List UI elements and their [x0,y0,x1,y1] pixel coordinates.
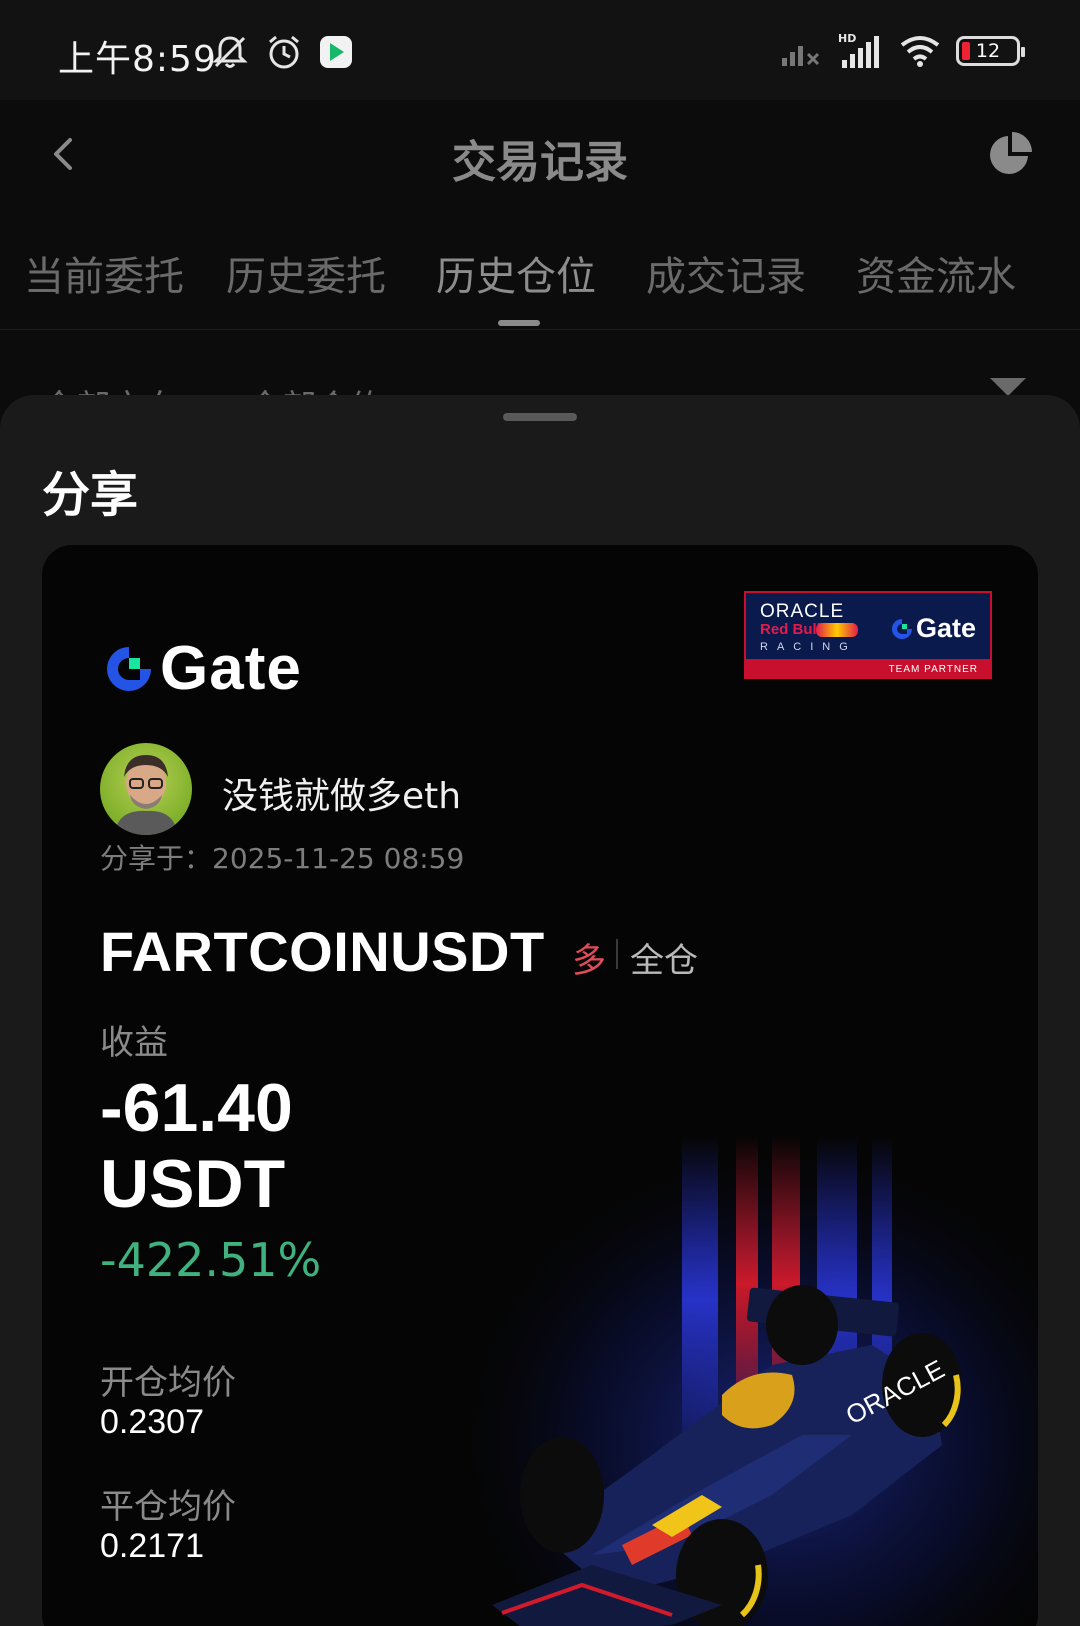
gate-logo-icon [107,646,151,691]
share-sheet: 分享 Gate ORACLE Red Bull RACING Gate TEAM… [0,395,1080,1626]
tab-order-history[interactable]: 历史委托 [226,244,386,302]
pie-chart-icon[interactable] [986,128,1036,178]
partner-badge: ORACLE Red Bull RACING Gate TEAM PARTNER [744,591,992,679]
partner-redbull-text: Red Bull [760,621,821,638]
username: 没钱就做多eth [222,776,462,817]
status-bar: 上午8:59 HD 12 [0,0,1080,100]
redbull-bulls-icon [816,623,858,637]
tab-trade-history[interactable]: 成交记录 [646,244,806,302]
pnl-rate: -422.51% [100,1233,322,1287]
status-time: 上午8:59 [58,39,217,80]
app-notification-icon [320,36,352,68]
signal-hd-icon: HD [838,32,879,68]
exit-price-value: 0.2171 [100,1527,204,1565]
gate-logo: Gate [104,633,302,704]
battery-level: 12 [975,40,1001,62]
partner-gate-logo: Gate [891,613,976,644]
tab-funding-flow[interactable]: 资金流水 [856,244,1016,302]
entry-price-value: 0.2307 [100,1403,204,1441]
sheet-grab-handle[interactable] [503,413,577,421]
silent-bell-icon [212,36,248,68]
partner-gate-text: Gate [915,613,976,643]
alarm-icon [269,35,299,69]
pnl-value: -61.40 [100,1070,293,1146]
side-tag: 多 [572,941,606,981]
entry-price-label: 开仓均价 [100,1363,236,1403]
margin-mode-tag: 全仓 [630,941,698,981]
avatar [100,743,192,835]
tab-bar: 当前委托 历史委托 历史仓位 成交记录 资金流水 [0,210,1080,330]
svg-text:HD: HD [838,32,856,45]
exit-price-label: 平仓均价 [100,1487,236,1527]
signal-1-icon [782,46,820,66]
pnl-label: 收益 [100,1023,168,1063]
page-title: 交易记录 [452,137,628,188]
tab-active-indicator [498,320,540,326]
partner-oracle-text: ORACLE [760,601,845,622]
tab-position-history[interactable]: 历史仓位 [436,244,596,302]
partner-team-text: TEAM PARTNER [888,664,978,675]
wifi-icon [900,36,940,67]
app-header: 交易记录 [0,100,1080,210]
gate-mini-logo-icon [891,618,912,639]
share-card: Gate ORACLE Red Bull RACING Gate TEAM PA… [42,545,1038,1626]
status-icons-left [210,32,354,72]
gate-logo-text: Gate [160,634,302,703]
filter-triangle-icon[interactable] [990,378,1026,396]
tab-current-orders[interactable]: 当前委托 [24,244,184,302]
pnl-unit: USDT [100,1146,286,1222]
contract-symbol: FARTCOINUSDT [100,920,545,983]
share-time: 分享于：2025-11-25 08:59 [100,842,465,875]
partner-racing-text: RACING [760,641,857,653]
filter-row: 全部方向 全部合约 [0,330,1080,400]
race-car-illustration: Gate ORACLE [472,1135,1038,1626]
status-icons-right: HD 12 [780,32,1025,70]
tag-divider [616,939,618,969]
battery-indicator: 12 [956,36,1025,66]
sheet-title: 分享 [42,467,139,523]
avatar-portrait-icon [114,755,178,835]
